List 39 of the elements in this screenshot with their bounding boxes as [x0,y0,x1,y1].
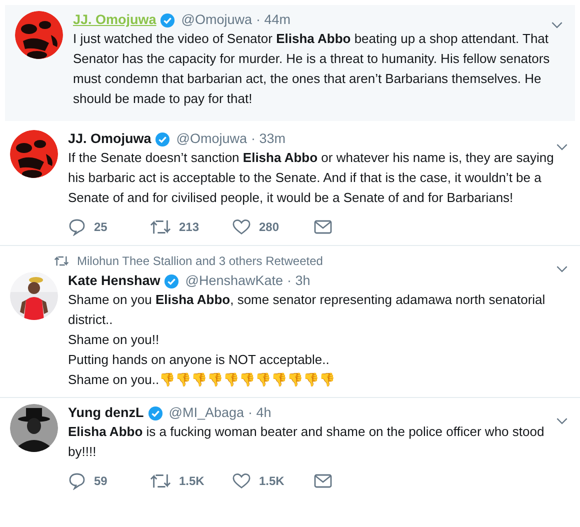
retweet-icon[interactable] [150,472,171,490]
author-name[interactable]: Kate Henshaw [68,272,160,290]
heart-icon[interactable] [232,472,251,490]
author-handle[interactable]: @MI_Abaga [168,404,244,422]
message-icon[interactable] [314,219,332,235]
like-count: 280 [259,219,280,236]
tweet-time[interactable]: · 44m [256,11,291,29]
tweet-text: Shame on you Elisha Abbo, some senator representing adamawa north senatorial district.. [68,291,546,329]
heart-icon[interactable] [232,218,251,236]
message-icon[interactable] [314,473,332,489]
like-count: 1.5K [259,473,284,490]
retweet-icon[interactable] [150,218,171,236]
author-handle[interactable]: @Omojuwa [176,130,248,148]
tweet-text: I just watched the video of Senator Elisha Abbo beating up a shop attendant. That Senator has the capacity for murder. He is a threat to humanity. His fellow senators must condemn that barbarian act, the ones that aren’t Barbarians themselves. He should be made to pay for that! [73,30,551,108]
tweet-text: Shame on you!! [68,331,160,349]
caret-icon[interactable] [556,417,568,425]
tweet-text: Putting hands on anyone is NOT acceptable.. [68,351,330,369]
highlighted-tweet[interactable] [5,5,575,121]
reply-count: 59 [94,473,108,490]
tweet-text: Shame on you..👎👎👎👎👎👎👎👎👎👎👎 [68,371,336,389]
retweet-count: 213 [179,219,200,236]
caret-icon[interactable] [556,143,568,151]
caret-icon[interactable] [551,21,563,29]
reply-count: 25 [94,219,108,236]
reply-icon[interactable] [68,472,86,490]
author-handle[interactable]: @HenshawKate [185,272,284,290]
author-name[interactable]: JJ. Omojuwa [68,130,152,148]
tweet-text: Elisha Abbo is a fucking woman beater and shame on the police officer who stood by!!!! [68,423,546,461]
author-handle[interactable]: @Omojuwa [181,11,252,29]
tweet-time[interactable]: · 33m [251,130,286,148]
reply-icon[interactable] [68,218,86,236]
tweet-text: If the Senate doesn’t sanction Elisha Abbo or whatever his name is, they are saying his barbaric act is acceptable to the Senate. And if that is the case, it wouldn’t be a Senate of and for civilised people, it would be a Senate of and for Barbarians! [68,149,555,207]
retweet-context[interactable]: Milohun Thee Stallion and 3 others Retweeted [77,252,323,270]
author-name[interactable]: Yung denzL [68,404,144,422]
tweet-time[interactable]: · 4h [248,404,272,422]
retweet-count: 1.5K [179,473,204,490]
retweet-icon [54,255,69,267]
caret-icon[interactable] [556,265,568,273]
tweet-time[interactable]: · 3h [287,272,310,290]
